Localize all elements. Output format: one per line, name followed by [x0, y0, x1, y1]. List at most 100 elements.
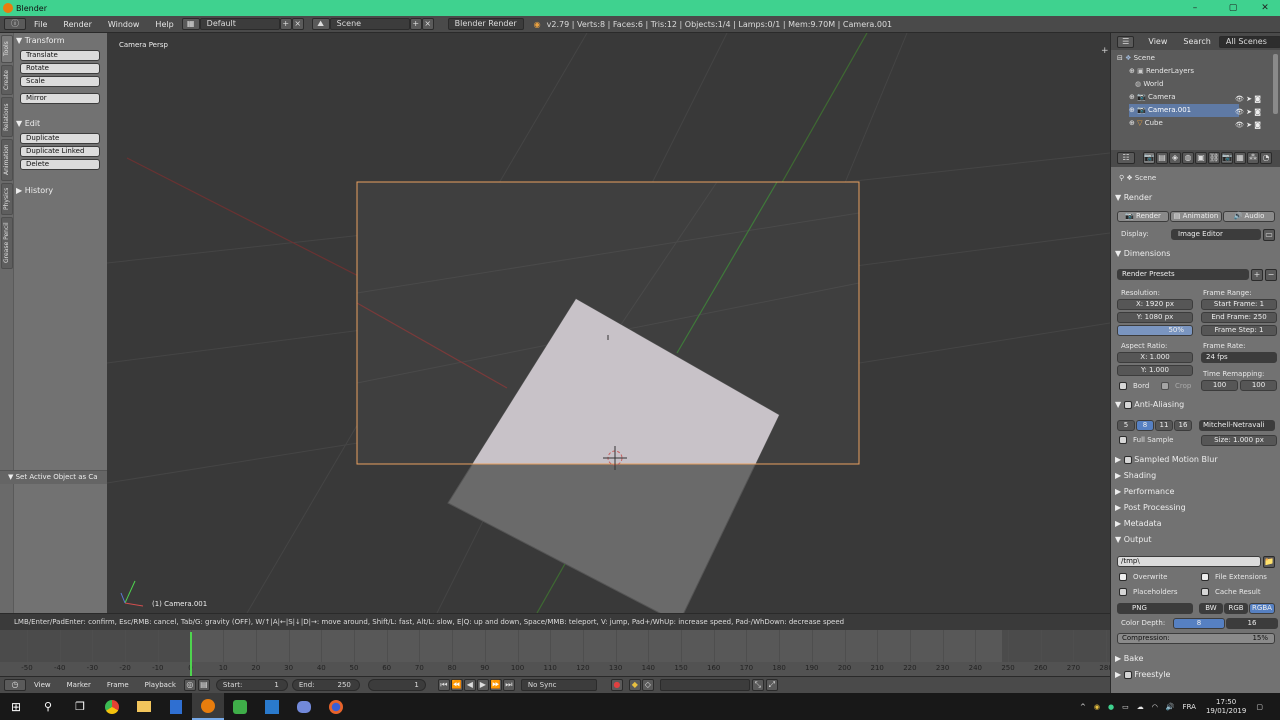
data-tab-icon[interactable]: 📷 [1221, 152, 1233, 164]
keying-set-icon[interactable]: ◇ [641, 679, 654, 691]
timeline-menu-view[interactable]: View [26, 681, 59, 689]
tray-app2-icon[interactable]: ● [1108, 703, 1114, 711]
full-sample-checkbox[interactable] [1119, 436, 1127, 444]
timeline-menu-playback[interactable]: Playback [137, 681, 184, 689]
compression-slider[interactable]: Compression: 15% [1117, 633, 1275, 644]
file-format-select[interactable]: PNG [1117, 603, 1193, 614]
sync-mode-select[interactable]: No Sync [520, 679, 597, 691]
outliner-item-scene[interactable]: ⊟ ❖ Scene [1117, 52, 1277, 65]
physics-tab-icon[interactable]: ◔ [1260, 152, 1272, 164]
scale-button[interactable]: Scale [20, 76, 100, 87]
display-window-icon[interactable]: ▭ [1263, 229, 1275, 241]
aa-samples-16[interactable]: 16 [1174, 420, 1192, 431]
keying-set-field[interactable] [659, 679, 750, 691]
placeholders-checkbox[interactable] [1119, 588, 1127, 596]
color-depth-16[interactable]: 16 [1226, 618, 1278, 629]
filter-size-field[interactable]: Size: 1.000 px [1201, 435, 1277, 446]
scene-tab-icon[interactable]: ◈ [1169, 152, 1181, 164]
shading-section-header[interactable]: ▶ Shading [1115, 471, 1156, 480]
play-reverse-icon[interactable]: ◀ [463, 679, 476, 691]
menu-render[interactable]: Render [55, 20, 99, 29]
anti-aliasing-checkbox[interactable] [1123, 400, 1132, 409]
frame-step-prop[interactable]: Frame Step: 1 [1201, 325, 1277, 336]
motion-blur-checkbox[interactable] [1123, 455, 1132, 464]
blender-taskbar-icon[interactable] [192, 693, 224, 720]
particles-tab-icon[interactable]: ⁂ [1247, 152, 1259, 164]
render-layers-tab-icon[interactable]: ▤ [1156, 152, 1168, 164]
current-frame-marker[interactable] [190, 632, 192, 676]
timeline-menu-marker[interactable]: Marker [59, 681, 99, 689]
clock[interactable]: 17:50 19/01/2019 [1206, 698, 1246, 716]
frame-rate-select[interactable]: 24 fps [1201, 352, 1277, 363]
prev-keyframe-icon[interactable]: ⏪ [450, 679, 463, 691]
resolution-x-field[interactable]: X: 1920 px [1117, 299, 1193, 310]
border-checkbox[interactable] [1119, 382, 1127, 390]
display-select[interactable]: Image Editor [1171, 229, 1261, 240]
delete-key-icon[interactable]: ⤢ [765, 679, 778, 691]
tab-create[interactable]: Create [1, 65, 13, 95]
audio-button[interactable]: 🔊 Audio [1223, 211, 1275, 222]
tray-cloud-icon[interactable]: ☁ [1137, 703, 1144, 711]
render-presets-select[interactable]: Render Presets [1117, 269, 1249, 280]
rotate-button[interactable]: Rotate [20, 63, 100, 74]
jump-end-icon[interactable]: ⏭ [502, 679, 515, 691]
color-mode-bw[interactable]: BW [1199, 603, 1223, 614]
cache-result-checkbox[interactable] [1201, 588, 1209, 596]
mirror-button[interactable]: Mirror [20, 93, 100, 104]
transform-header[interactable]: ▼ Transform [16, 35, 104, 47]
preset-remove-icon[interactable]: − [1265, 269, 1277, 281]
outliner-menu-search[interactable]: Search [1175, 37, 1218, 46]
render-tab-icon[interactable]: 📷 [1143, 152, 1155, 164]
firefox-icon[interactable] [320, 693, 352, 720]
performance-section-header[interactable]: ▶ Performance [1115, 487, 1174, 496]
preview-range-icon[interactable]: ◎ [183, 679, 196, 691]
greenshot-icon[interactable] [224, 693, 256, 720]
animation-button[interactable]: ▤ Animation [1170, 211, 1222, 222]
keying-icon[interactable]: ◆ [628, 679, 641, 691]
properties-editor-icon[interactable]: ☷ [1117, 152, 1135, 164]
outliner-item-world[interactable]: ◍ World [1135, 78, 1280, 91]
vscode-icon[interactable] [256, 693, 288, 720]
delete-button[interactable]: Delete [20, 159, 100, 170]
notifications-icon[interactable]: ▢ [1256, 703, 1263, 711]
tray-wifi-icon[interactable]: ◠ [1152, 703, 1158, 711]
timeline[interactable]: -50-40-30-20-100102030405060708090100110… [0, 630, 1113, 676]
bake-section-header[interactable]: ▶ Bake [1115, 654, 1143, 663]
outliner-scrollbar[interactable] [1273, 54, 1278, 114]
calculator-icon[interactable] [160, 693, 192, 720]
object-tab-icon[interactable]: ▣ [1195, 152, 1207, 164]
scene-icon[interactable]: ⛰ [311, 18, 330, 30]
crop-checkbox[interactable] [1161, 382, 1169, 390]
preset-add-icon[interactable]: + [1251, 269, 1263, 281]
tab-animation[interactable]: Animation [1, 139, 13, 181]
render-section-header[interactable]: ▼ Render [1115, 193, 1152, 202]
search-icon[interactable]: ⚲ [32, 693, 64, 720]
scene-add-icon[interactable]: + [409, 18, 422, 30]
tray-network-icon[interactable]: ▭ [1122, 703, 1129, 711]
overwrite-checkbox[interactable] [1119, 573, 1127, 581]
outliner-menu-view[interactable]: View [1140, 37, 1175, 46]
tab-relations[interactable]: Relations [1, 97, 13, 137]
scene-remove-icon[interactable]: × [421, 18, 434, 30]
constraints-tab-icon[interactable]: ⛓ [1208, 152, 1220, 164]
duplicate-linked-button[interactable]: Duplicate Linked [20, 146, 100, 157]
aa-filter-select[interactable]: Mitchell-Netravali [1199, 420, 1275, 431]
post-processing-section-header[interactable]: ▶ Post Processing [1115, 503, 1186, 512]
duplicate-button[interactable]: Duplicate [20, 133, 100, 144]
language-indicator[interactable]: FRA [1183, 703, 1196, 711]
texture-tab-icon[interactable]: ▦ [1234, 152, 1246, 164]
dimensions-section-header[interactable]: ▼ Dimensions [1115, 249, 1170, 258]
outliner-visibility-toggles[interactable]: 👁 ➤ ◙ 👁 ➤ ◙ 👁 ➤ ◙ [1235, 93, 1273, 129]
menu-file[interactable]: File [26, 20, 55, 29]
outliner-item-renderlayers[interactable]: ⊕ ▣ RenderLayers [1129, 65, 1280, 78]
resolution-y-field[interactable]: Y: 1080 px [1117, 312, 1193, 323]
color-mode-rgba[interactable]: RGBA [1249, 603, 1275, 614]
chrome-icon[interactable] [96, 693, 128, 720]
outliner-item-camera-001[interactable]: ⊕ 📷 Camera.001 [1129, 104, 1239, 117]
minimize-button[interactable]: – [1176, 0, 1214, 16]
end-frame-prop[interactable]: End Frame: 250 [1201, 312, 1277, 323]
output-path-input[interactable]: /tmp\ [1117, 556, 1261, 567]
insert-key-icon[interactable]: ⤡ [751, 679, 764, 691]
menu-window[interactable]: Window [100, 20, 148, 29]
menu-help[interactable]: Help [147, 20, 181, 29]
